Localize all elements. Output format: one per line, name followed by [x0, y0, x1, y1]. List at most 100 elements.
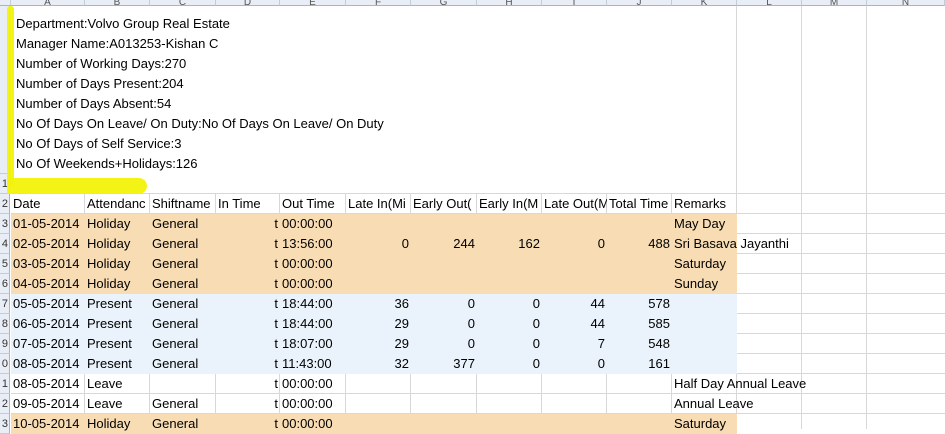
table-cell[interactable]: May Day	[672, 214, 737, 234]
table-cell[interactable]: General	[150, 254, 216, 274]
table-cell[interactable]	[607, 254, 672, 274]
table-cell[interactable]: 0	[411, 334, 477, 354]
table-cell[interactable]	[607, 214, 672, 234]
table-cell[interactable]: 02-05-2014	[11, 234, 85, 254]
table-cell[interactable]: 548	[607, 334, 672, 354]
table-cell[interactable]	[542, 394, 607, 414]
column-header-i[interactable]: I	[542, 0, 607, 6]
table-cell[interactable]: 162	[477, 234, 542, 254]
table-cell[interactable]: Holiday	[85, 214, 150, 234]
row-header[interactable]: 3	[0, 414, 10, 434]
table-cell[interactable]: t	[216, 414, 280, 434]
spreadsheet-grid[interactable]: ABCDEFGHIJKLMN 1234567890123 Department:…	[0, 0, 945, 434]
row-header[interactable]: 8	[0, 314, 10, 334]
table-cell[interactable]: 07-05-2014	[11, 334, 85, 354]
table-cell[interactable]	[672, 354, 737, 374]
table-cell[interactable]: 161	[607, 354, 672, 374]
table-cell[interactable]	[542, 214, 607, 234]
column-header-g[interactable]: G	[411, 0, 477, 6]
column-header-cell[interactable]: Date	[11, 194, 85, 214]
table-cell[interactable]	[672, 314, 737, 334]
table-cell[interactable]: Present	[85, 294, 150, 314]
column-header-j[interactable]: J	[607, 0, 672, 6]
table-cell[interactable]: 7	[542, 334, 607, 354]
table-cell[interactable]: 13:56:00	[280, 234, 346, 254]
column-header-f[interactable]: F	[346, 0, 411, 6]
column-header-cell[interactable]: Late Out(M	[542, 194, 607, 214]
column-header-b[interactable]: B	[85, 0, 150, 6]
row-header[interactable]: 3	[0, 214, 10, 234]
table-cell[interactable]: 00:00:00	[280, 374, 346, 394]
table-cell[interactable]: 05-05-2014	[11, 294, 85, 314]
table-cell[interactable]: General	[150, 394, 216, 414]
table-cell[interactable]: 377	[411, 354, 477, 374]
table-cell[interactable]: 0	[411, 314, 477, 334]
row-header[interactable]: 9	[0, 334, 10, 354]
table-cell[interactable]: 0	[542, 354, 607, 374]
row-header[interactable]: 2	[0, 194, 10, 214]
table-cell[interactable]: 0	[542, 234, 607, 254]
table-cell[interactable]: 00:00:00	[280, 274, 346, 294]
table-cell[interactable]: 08-05-2014	[11, 374, 85, 394]
column-header-m[interactable]: M	[802, 0, 867, 6]
table-cell[interactable]: t	[216, 374, 280, 394]
column-header-e[interactable]: E	[280, 0, 346, 6]
table-cell[interactable]	[672, 294, 737, 314]
table-cell[interactable]: 00:00:00	[280, 414, 346, 434]
table-cell[interactable]: 11:43:00	[280, 354, 346, 374]
row-header[interactable]: 5	[0, 254, 10, 274]
table-cell[interactable]: t	[216, 234, 280, 254]
table-cell[interactable]: 29	[346, 334, 411, 354]
table-cell[interactable]	[346, 254, 411, 274]
table-cell[interactable]	[607, 274, 672, 294]
table-cell[interactable]: 0	[346, 234, 411, 254]
table-cell[interactable]	[411, 254, 477, 274]
table-cell[interactable]: Holiday	[85, 414, 150, 434]
column-header-cell[interactable]: Late In(Mi	[346, 194, 411, 214]
table-cell[interactable]: General	[150, 274, 216, 294]
table-cell[interactable]: General	[150, 214, 216, 234]
table-cell[interactable]: t	[216, 294, 280, 314]
row-header[interactable]: 6	[0, 274, 10, 294]
table-cell[interactable]	[542, 414, 607, 434]
table-cell[interactable]: General	[150, 314, 216, 334]
table-cell[interactable]	[542, 254, 607, 274]
table-cell[interactable]: Present	[85, 354, 150, 374]
table-cell[interactable]: General	[150, 414, 216, 434]
table-cell[interactable]	[411, 414, 477, 434]
table-cell[interactable]: Present	[85, 314, 150, 334]
table-cell[interactable]: Saturday	[672, 254, 737, 274]
table-cell[interactable]: 01-05-2014	[11, 214, 85, 234]
table-cell[interactable]	[672, 334, 737, 354]
table-cell[interactable]: 00:00:00	[280, 394, 346, 414]
table-cell[interactable]: 0	[477, 314, 542, 334]
table-cell[interactable]: 00:00:00	[280, 214, 346, 234]
table-cell[interactable]	[477, 414, 542, 434]
column-header-cell[interactable]: Shiftname	[150, 194, 216, 214]
table-cell[interactable]: 18:44:00	[280, 314, 346, 334]
table-cell[interactable]	[477, 254, 542, 274]
table-cell[interactable]: t	[216, 214, 280, 234]
table-cell[interactable]: 29	[346, 314, 411, 334]
table-cell[interactable]: 488	[607, 234, 672, 254]
table-cell[interactable]	[346, 214, 411, 234]
table-cell[interactable]: 18:07:00	[280, 334, 346, 354]
table-cell[interactable]: t	[216, 314, 280, 334]
column-header-c[interactable]: C	[150, 0, 216, 6]
table-cell[interactable]: Sunday	[672, 274, 737, 294]
table-cell[interactable]	[346, 274, 411, 294]
table-cell[interactable]: Leave	[85, 374, 150, 394]
table-cell[interactable]: 06-05-2014	[11, 314, 85, 334]
table-cell[interactable]	[346, 394, 411, 414]
column-header-cell[interactable]: Remarks	[672, 194, 737, 214]
table-cell[interactable]: 36	[346, 294, 411, 314]
column-header-h[interactable]: H	[477, 0, 542, 6]
table-cell[interactable]: Present	[85, 334, 150, 354]
row-header[interactable]: 0	[0, 354, 10, 374]
table-cell[interactable]: 585	[607, 314, 672, 334]
table-cell[interactable]: 578	[607, 294, 672, 314]
table-cell[interactable]: 32	[346, 354, 411, 374]
table-cell[interactable]: 09-05-2014	[11, 394, 85, 414]
column-header-cell[interactable]: Total Time	[607, 194, 672, 214]
table-cell[interactable]: 0	[477, 354, 542, 374]
